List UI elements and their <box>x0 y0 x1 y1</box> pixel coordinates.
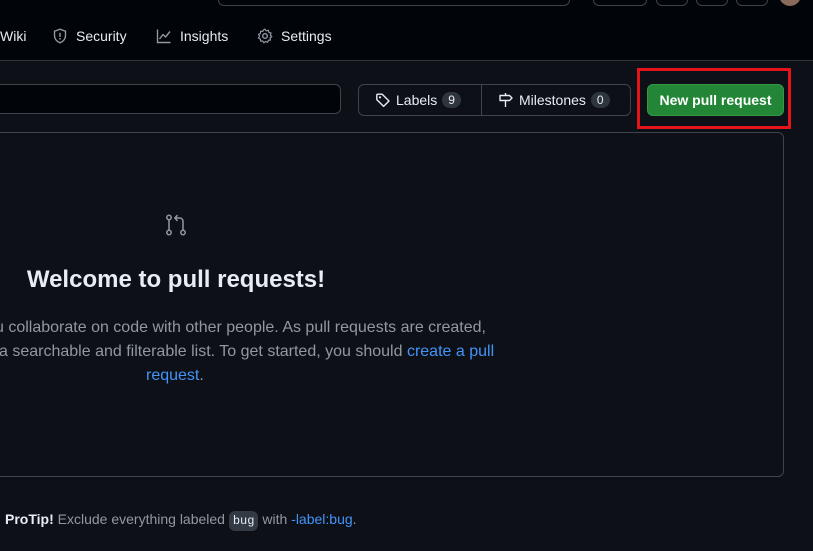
protip-text: Exclude everything labeled <box>53 511 229 527</box>
protip-text-with: with <box>258 511 292 527</box>
tab-insights[interactable]: Insights <box>156 24 228 48</box>
avatar[interactable] <box>779 0 801 6</box>
blank-state-panel <box>0 132 784 477</box>
tab-wiki[interactable]: Wiki <box>0 24 26 48</box>
milestones-button-label: Milestones <box>519 92 586 108</box>
pull-request-filter-input[interactable] <box>0 84 341 114</box>
global-search-input[interactable] <box>218 0 570 6</box>
blank-state-period: . <box>199 367 204 384</box>
label-code: bug <box>228 511 259 531</box>
labels-button-label: Labels <box>396 92 438 108</box>
blank-state-description-line2: a searchable and filterable list. To get… <box>0 340 494 364</box>
labels-button[interactable]: Labels 9 <box>359 85 481 115</box>
protip: ProTip! Exclude everything labeled bug w… <box>5 511 357 531</box>
create-pull-request-link[interactable]: create a pull <box>407 343 494 360</box>
create-pull-request-link-continued[interactable]: request <box>146 367 199 384</box>
milestones-button[interactable]: Milestones 0 <box>481 85 626 115</box>
blank-state-description-line1: u collaborate on code with other people.… <box>0 319 486 336</box>
blank-state-text: a searchable and filterable list. To get… <box>0 343 407 360</box>
shield-icon <box>53 28 67 44</box>
header-action-button[interactable] <box>593 0 647 6</box>
git-pull-request-icon <box>166 214 186 236</box>
label-filter-link[interactable]: -label:bug <box>291 511 353 527</box>
protip-period: . <box>352 511 357 527</box>
header-action-button[interactable] <box>696 0 728 6</box>
labels-milestones-group: Labels 9 Milestones 0 <box>358 84 631 116</box>
graph-icon <box>156 29 171 44</box>
header-action-button[interactable] <box>736 0 768 6</box>
tab-security-label: Security <box>76 28 127 44</box>
milestones-count-badge: 0 <box>590 92 610 108</box>
header-action-button[interactable] <box>656 0 688 6</box>
tab-insights-label: Insights <box>180 28 229 44</box>
new-pull-request-button[interactable]: New pull request <box>647 84 784 116</box>
tab-settings-label: Settings <box>281 28 332 44</box>
protip-label: ProTip! <box>5 511 54 527</box>
gear-icon <box>257 28 273 44</box>
tag-icon <box>376 93 390 108</box>
tab-wiki-label: Wiki <box>0 28 27 44</box>
milestone-icon <box>499 93 513 107</box>
repo-header: Wiki Security Insights Settings <box>0 0 813 61</box>
blank-state-title: Welcome to pull requests! <box>26 266 326 293</box>
blank-state-description-line3: request. <box>146 364 204 388</box>
tab-security[interactable]: Security <box>52 24 127 48</box>
tab-settings[interactable]: Settings <box>257 24 332 48</box>
labels-count-badge: 9 <box>442 92 461 108</box>
